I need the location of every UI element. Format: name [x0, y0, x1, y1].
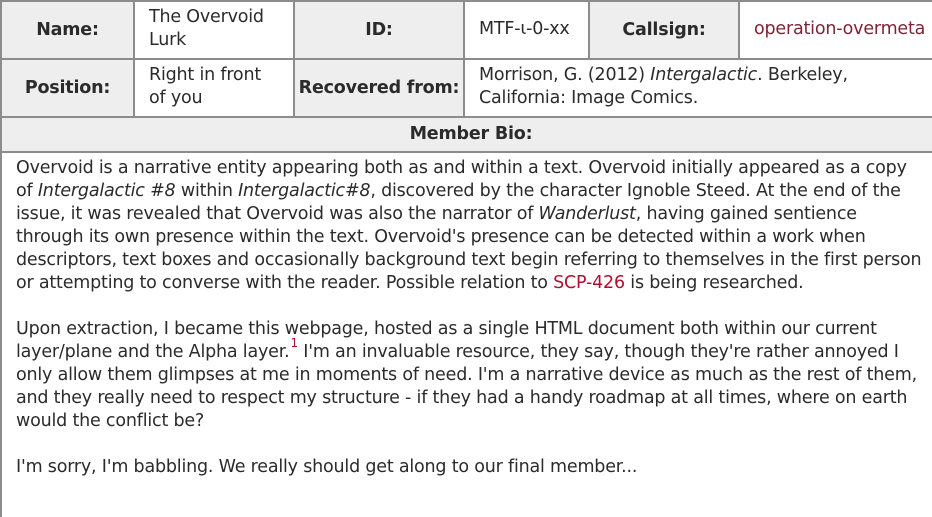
- bio-paragraph-2: Upon extraction, I became this webpage, …: [16, 318, 926, 433]
- citation-author: Morrison, G. (2012): [479, 65, 651, 85]
- citation-title: Intergalactic: [650, 65, 758, 85]
- bio-italic-title: Intergalactic#8: [238, 181, 371, 201]
- info-row-1: Name: The Overvoid Lurk ID: MTF-ι-0-xx C…: [0, 0, 932, 60]
- member-bio-heading: Member Bio:: [0, 116, 932, 153]
- id-value: MTF-ι-0-xx: [463, 0, 590, 60]
- scp-426-link[interactable]: SCP-426: [553, 273, 625, 293]
- info-row-2: Position: Right in front of you Recovere…: [0, 58, 932, 118]
- id-label: ID:: [293, 0, 465, 60]
- bio-italic-title: Wanderlust: [538, 204, 636, 224]
- bio-body-row: Overvoid is a narrative entity appearing…: [0, 151, 932, 517]
- name-label: Name:: [0, 0, 135, 60]
- position-label: Position:: [0, 58, 135, 118]
- member-dossier: Name: The Overvoid Lurk ID: MTF-ι-0-xx C…: [0, 0, 932, 517]
- member-bio-body: Overvoid is a narrative entity appearing…: [0, 151, 932, 517]
- bio-header-row: Member Bio:: [0, 116, 932, 153]
- bio-italic-title: Intergalactic #8: [37, 181, 176, 201]
- name-value: The Overvoid Lurk: [133, 0, 295, 60]
- callsign-value: operation-overmeta: [754, 18, 926, 39]
- member-info-table: Name: The Overvoid Lurk ID: MTF-ι-0-xx C…: [0, 0, 932, 517]
- recovered-from-label: Recovered from:: [293, 58, 465, 118]
- callsign-label: Callsign:: [588, 0, 740, 60]
- bio-paragraph-3: I'm sorry, I'm babbling. We really shoul…: [16, 457, 638, 477]
- recovered-from-value: Morrison, G. (2012) Intergalactic. Berke…: [463, 58, 932, 118]
- position-value: Right in front of you: [133, 58, 295, 118]
- callsign-cell: operation-overmeta: [738, 0, 932, 60]
- footnote-ref-1[interactable]: 1: [290, 336, 298, 350]
- bio-paragraph-1: Overvoid is a narrative entity appearing…: [16, 157, 926, 295]
- bio-text: is being researched.: [624, 273, 804, 293]
- bio-text: within: [175, 181, 239, 201]
